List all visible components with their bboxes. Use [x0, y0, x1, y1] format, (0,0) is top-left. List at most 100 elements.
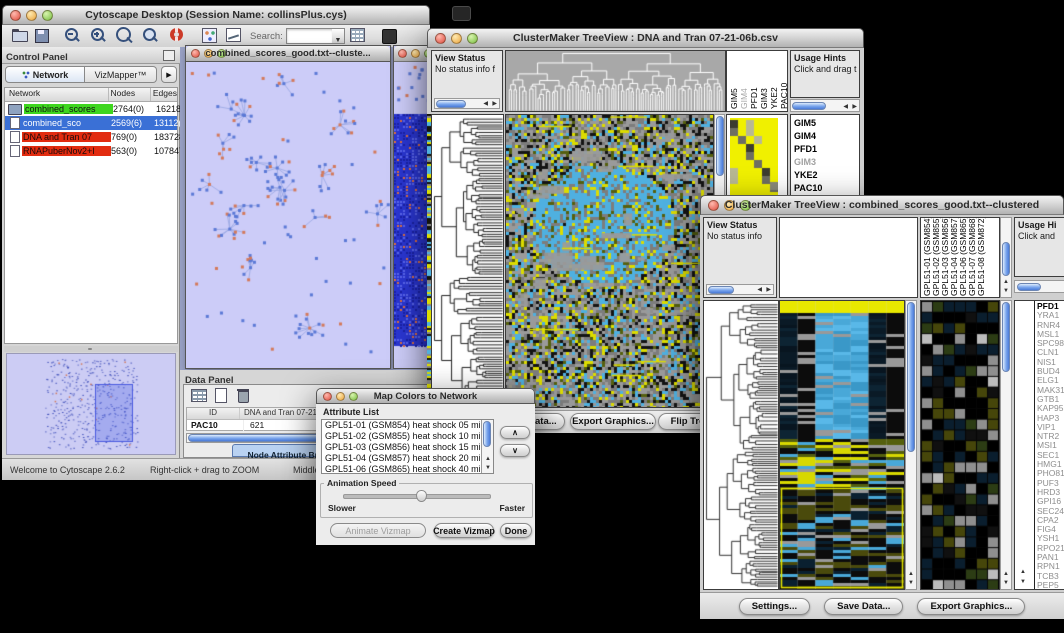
- gene-label[interactable]: PAC10: [794, 182, 859, 195]
- network-list-item[interactable]: RNAPuberNov2+I563(0)107847(0): [5, 144, 177, 158]
- treeview2-hints-hscrollbar[interactable]: [1014, 280, 1064, 293]
- network-overview-canvas[interactable]: [7, 354, 175, 454]
- scroll-left-icon[interactable]: ◀: [843, 102, 848, 112]
- treeview2-title: ClusterMaker TreeView : combined_scores_…: [701, 199, 1063, 211]
- treeview2-zoom-heatmap[interactable]: [920, 300, 1000, 590]
- attribute-select-button[interactable]: [190, 387, 208, 405]
- attribute-listbox[interactable]: GPL51-01 (GSM854) heat shock 05 minGPL51…: [321, 419, 494, 474]
- dialog-button-0[interactable]: Animate Vizmap: [330, 523, 426, 538]
- scroll-down-icon[interactable]: ▼: [485, 463, 491, 473]
- treeview2-heatmap-vscrollbar[interactable]: ▲ ▼: [905, 300, 917, 590]
- attribute-list-item[interactable]: GPL51-02 (GSM855) heat shock 10 min: [322, 431, 480, 442]
- network-list-item[interactable]: combined_sco2569(6)13112(15): [5, 116, 177, 130]
- panel-splitter[interactable]: [4, 346, 178, 352]
- dialog-button-1[interactable]: Create Vizmap: [434, 523, 494, 538]
- annotation-button[interactable]: [224, 26, 244, 46]
- open-session-button[interactable]: [10, 26, 30, 46]
- attribute-list-item[interactable]: GPL51-01 (GSM854) heat shock 05 min: [322, 420, 480, 431]
- animation-speed-slider[interactable]: [343, 494, 491, 499]
- gene-label[interactable]: PEP5: [1037, 581, 1064, 588]
- network-overview-panel[interactable]: [6, 353, 176, 455]
- zoom-selected-button[interactable]: [140, 26, 160, 46]
- scroll-down-icon[interactable]: ▼: [1020, 577, 1026, 587]
- network-list-item[interactable]: DNA and Tran 07769(0)183728(0): [5, 130, 177, 144]
- trash-icon: [238, 391, 249, 403]
- attribute-list-item[interactable]: GPL51-03 (GSM856) heat shock 15 min: [322, 442, 480, 453]
- scroll-left-icon[interactable]: ◀: [757, 285, 762, 295]
- treeview2-button-1[interactable]: Save Data...: [824, 598, 903, 615]
- tab-network[interactable]: Network: [5, 66, 85, 83]
- save-session-button[interactable]: [32, 26, 52, 46]
- plugin-button[interactable]: [380, 27, 400, 47]
- delete-attribute-button[interactable]: [234, 387, 252, 405]
- scroll-right-icon[interactable]: ▶: [852, 102, 857, 112]
- data-column-id[interactable]: ID: [187, 408, 240, 419]
- treeview1-button-2[interactable]: Export Graphics...: [570, 413, 656, 430]
- column-header-nodes[interactable]: Nodes: [109, 88, 151, 101]
- network-tools-button[interactable]: [200, 26, 220, 46]
- network-list-item[interactable]: combined_scores2764(0)16218(0): [5, 102, 177, 116]
- new-attribute-button[interactable]: [212, 387, 230, 405]
- treeview2-column-labels: GPL51-01 (GSM854)GPL51-02 (GSM855)GPL51-…: [920, 217, 1000, 298]
- network-nodes-count: 563(0): [111, 146, 154, 156]
- frame2-close-button[interactable]: [398, 49, 407, 58]
- slider-thumb[interactable]: [416, 490, 427, 502]
- scroll-down-icon[interactable]: ▼: [1003, 578, 1009, 588]
- view-status-hscrollbar[interactable]: ◀ ▶: [434, 98, 500, 109]
- tab-vizmapper[interactable]: VizMapper™: [85, 66, 157, 83]
- scroll-right-icon[interactable]: ▶: [766, 285, 771, 295]
- attribute-browser-button[interactable]: [348, 26, 368, 46]
- search-dropdown-button[interactable]: ▼: [332, 28, 345, 44]
- tab-overflow-button[interactable]: ▶: [161, 66, 177, 83]
- scroll-down-icon[interactable]: ▼: [908, 578, 914, 588]
- treeview2-title-bar[interactable]: ClusterMaker TreeView : combined_scores_…: [700, 195, 1064, 215]
- status-zoom-hint: Right-click + drag to ZOOM: [150, 465, 259, 475]
- gene-label[interactable]: GIM5: [794, 117, 859, 130]
- column-header-network[interactable]: Network: [5, 88, 109, 101]
- treeview2-row-dendrogram[interactable]: [703, 300, 779, 590]
- float-panel-icon[interactable]: [163, 50, 175, 61]
- dialog-title-bar[interactable]: Map Colors to Network: [316, 388, 535, 404]
- gene-label[interactable]: GIM3: [794, 156, 859, 169]
- treeview2-labels-vscrollbar[interactable]: ▲ ▼: [1000, 217, 1012, 298]
- network-view2-canvas[interactable]: [394, 62, 430, 368]
- treeview1-title: ClusterMaker TreeView : DNA and Tran 07-…: [428, 32, 863, 44]
- attribute-list-vscrollbar[interactable]: ▲ ▼: [481, 420, 493, 473]
- treeview1-hints-hscrollbar[interactable]: ◀ ▶: [790, 99, 860, 112]
- scroll-down-icon[interactable]: ▼: [1003, 286, 1009, 296]
- gene-label[interactable]: PFD1: [794, 143, 859, 156]
- treeview1-column-dendrogram[interactable]: [505, 50, 726, 112]
- attribute-list-item[interactable]: GPL51-04 (GSM857) heat shock 20 min: [322, 453, 480, 464]
- main-title-bar[interactable]: Cytoscape Desktop (Session Name: collins…: [2, 5, 430, 25]
- plugin-icon: [382, 29, 397, 44]
- treeview2-button-2[interactable]: Export Graphics...: [917, 598, 1025, 615]
- move-up-button[interactable]: ∧: [500, 426, 530, 439]
- zoom-out-button[interactable]: [62, 26, 82, 46]
- desktop-icon[interactable]: [452, 6, 471, 21]
- gene-label[interactable]: YKE2: [794, 169, 859, 182]
- treeview2-zoom-vscrollbar[interactable]: ▲ ▼: [1000, 300, 1012, 590]
- help-button[interactable]: [168, 26, 188, 46]
- network-view-canvas[interactable]: [186, 62, 390, 368]
- move-down-button[interactable]: ∨: [500, 444, 530, 457]
- treeview1-heatmap[interactable]: [505, 114, 714, 408]
- dialog-button-2[interactable]: Done: [500, 523, 532, 538]
- scroll-left-icon[interactable]: ◀: [483, 99, 488, 109]
- frame2-minimize-button[interactable]: [411, 49, 420, 58]
- search-label: Search:: [250, 31, 283, 42]
- zoom-fit-button[interactable]: [114, 26, 134, 46]
- gene-label[interactable]: GIM4: [794, 130, 859, 143]
- column-header-edges[interactable]: Edges: [151, 88, 177, 101]
- zoom-in-button[interactable]: [88, 26, 108, 46]
- scroll-up-icon[interactable]: ▲: [1020, 567, 1026, 577]
- treeview2-button-0[interactable]: Settings...: [739, 598, 810, 615]
- scroll-right-icon[interactable]: ▶: [492, 99, 497, 109]
- search-input[interactable]: [286, 28, 334, 44]
- treeview1-zoom-heatmap[interactable]: [730, 118, 778, 196]
- treeview1-row-dendrogram[interactable]: [431, 114, 504, 408]
- network-name: combined_scores: [24, 104, 113, 114]
- view-status-hscrollbar[interactable]: ◀ ▶: [706, 284, 774, 295]
- attribute-list-item[interactable]: GPL51-06 (GSM865) heat shock 40 min: [322, 464, 480, 474]
- treeview2-heatmap[interactable]: [779, 300, 905, 590]
- treeview1-title-bar[interactable]: ClusterMaker TreeView : DNA and Tran 07-…: [427, 28, 864, 48]
